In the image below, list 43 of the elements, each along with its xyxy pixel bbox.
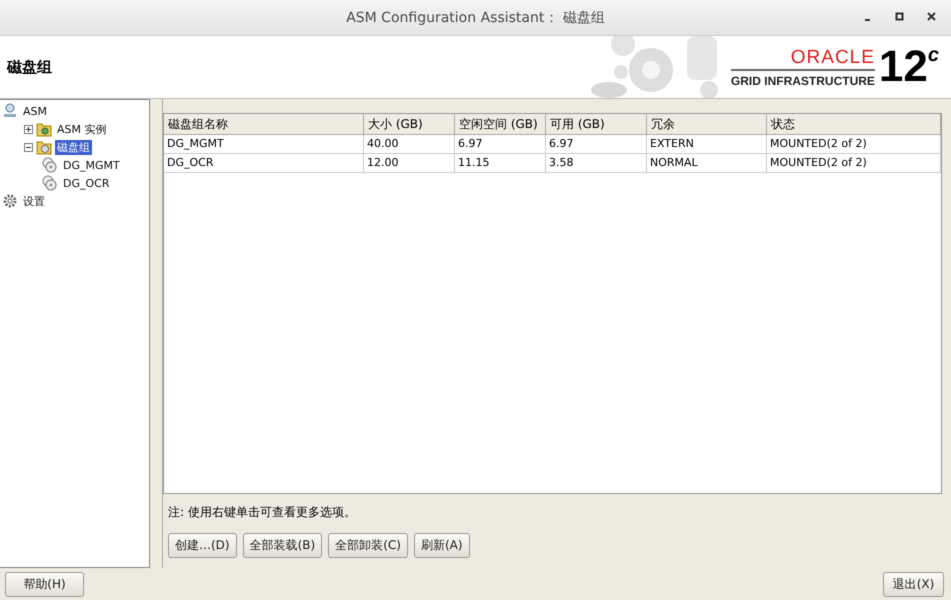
action-button[interactable]: 全部卸装(C) bbox=[328, 533, 408, 558]
logo-brand: ORACLE bbox=[790, 46, 875, 68]
expander-icon[interactable] bbox=[24, 124, 33, 134]
table-cell: MOUNTED(2 of 2) bbox=[767, 154, 941, 173]
table-cell: 40.00 bbox=[364, 135, 455, 154]
table-cell: 12.00 bbox=[364, 154, 455, 173]
exit-button[interactable]: 退出(X) bbox=[883, 572, 944, 596]
table-cell: NORMAL bbox=[647, 154, 767, 173]
table-cell: EXTERN bbox=[647, 135, 767, 154]
folder-gear-icon bbox=[36, 121, 52, 137]
tree-item[interactable]: ASM 实例 bbox=[55, 122, 108, 136]
column-header[interactable]: 可用 (GB) bbox=[546, 114, 647, 135]
column-header[interactable]: 空闲空间 (GB) bbox=[455, 114, 546, 135]
close-icon[interactable] bbox=[927, 12, 937, 22]
hint-text: 注: 使用右键单击可查看更多选项。 bbox=[168, 504, 357, 521]
table-cell: MOUNTED(2 of 2) bbox=[767, 135, 941, 154]
database-icon bbox=[2, 103, 18, 119]
table-cell: 11.15 bbox=[455, 154, 546, 173]
logo-product: GRID INFRASTRUCTURE bbox=[730, 68, 875, 88]
expander-icon[interactable] bbox=[24, 142, 33, 152]
action-button[interactable]: 刷新(A) bbox=[414, 533, 470, 558]
maximize-icon[interactable] bbox=[895, 12, 905, 22]
tree-item[interactable]: 磁盘组 bbox=[55, 140, 92, 154]
disk-icon bbox=[42, 175, 58, 191]
table-cell: DG_MGMT bbox=[164, 135, 364, 154]
action-button[interactable]: 创建…(D) bbox=[168, 533, 237, 558]
column-header[interactable]: 状态 bbox=[767, 114, 941, 135]
action-button[interactable]: 全部装载(B) bbox=[242, 533, 322, 558]
tree-item[interactable]: DG_OCR bbox=[61, 176, 112, 190]
table-cell: 6.97 bbox=[546, 135, 647, 154]
help-button[interactable]: 帮助(H) bbox=[5, 572, 84, 596]
column-header[interactable]: 冗余 bbox=[647, 114, 767, 135]
table-cell: DG_OCR bbox=[164, 154, 364, 173]
page-title: 磁盘组 bbox=[6, 58, 52, 76]
column-header[interactable]: 磁盘组名称 bbox=[164, 114, 364, 135]
table-cell: 6.97 bbox=[455, 135, 546, 154]
table-cell: 3.58 bbox=[546, 154, 647, 173]
window-title: ASM Configuration Assistant： 磁盘组 bbox=[346, 8, 605, 26]
tree-item[interactable]: 设置 bbox=[21, 194, 47, 208]
column-header[interactable]: 大小 (GB) bbox=[364, 114, 455, 135]
tree-item[interactable]: DG_MGMT bbox=[61, 158, 122, 172]
disk-icon bbox=[42, 157, 58, 173]
tree-item[interactable]: ASM bbox=[21, 104, 49, 118]
